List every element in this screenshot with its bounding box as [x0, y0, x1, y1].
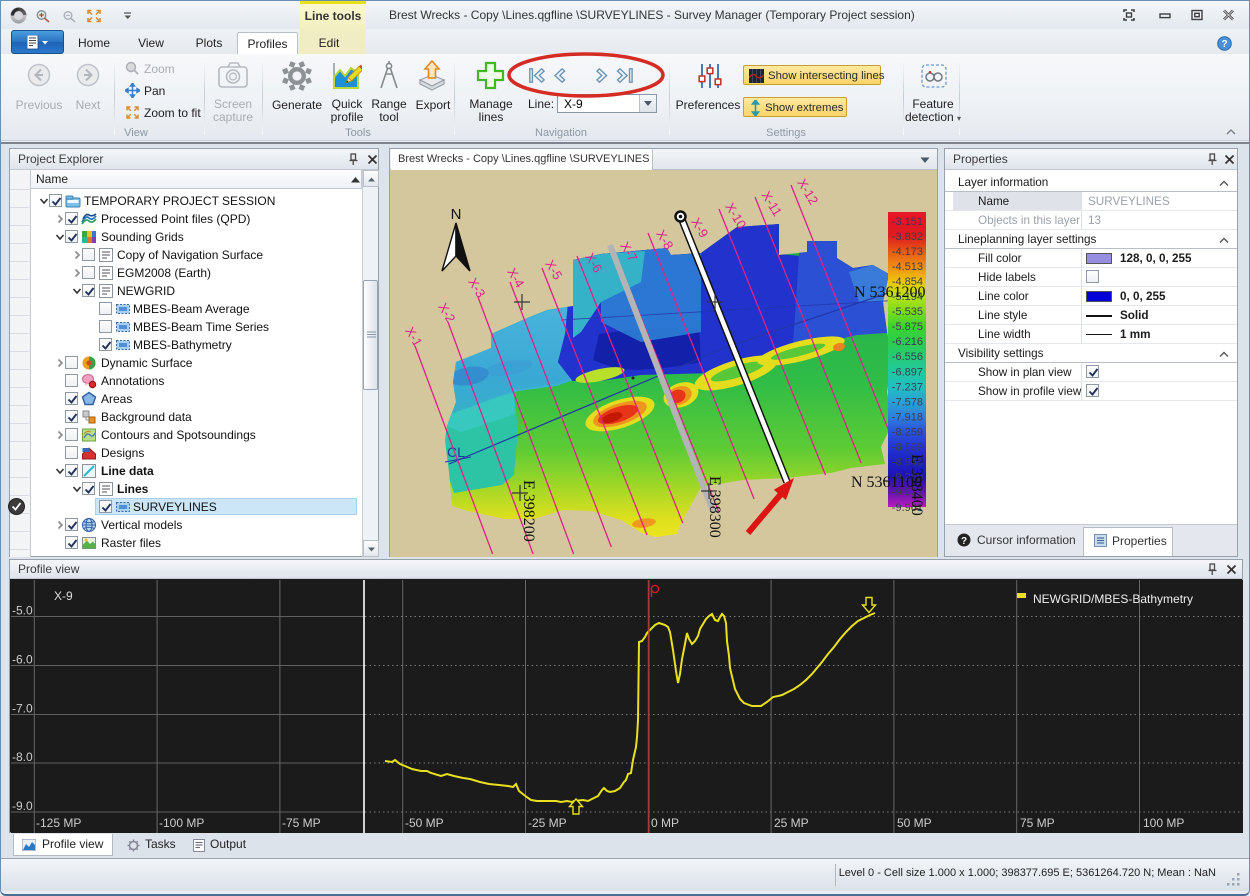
svg-text:-8.599: -8.599: [892, 442, 923, 454]
svg-text:-5.535: -5.535: [892, 306, 923, 318]
svg-text:-25 MP: -25 MP: [528, 816, 567, 830]
svg-text:-7.918: -7.918: [892, 412, 923, 424]
svg-text:-7.237: -7.237: [892, 381, 923, 393]
svg-text:-5.875: -5.875: [892, 321, 923, 333]
svg-text:-6.0: -6.0: [12, 653, 33, 667]
svg-text:-5.0: -5.0: [12, 604, 33, 618]
svg-text:-6.897: -6.897: [892, 366, 923, 378]
svg-text:50 MP: 50 MP: [897, 816, 932, 830]
svg-text:-100 MP: -100 MP: [159, 816, 204, 830]
svg-text:75 MP: 75 MP: [1020, 816, 1055, 830]
svg-text:X-9: X-9: [54, 589, 73, 603]
svg-text:-6.216: -6.216: [892, 336, 923, 348]
svg-text:-3.832: -3.832: [892, 231, 923, 243]
svg-text:-3.151: -3.151: [892, 216, 923, 228]
svg-text:0 MP: 0 MP: [651, 816, 679, 830]
svg-text:N 5361200: N 5361200: [854, 284, 926, 301]
svg-text:-7.578: -7.578: [892, 396, 923, 408]
svg-text:25 MP: 25 MP: [774, 816, 809, 830]
svg-text:-4.513: -4.513: [892, 261, 923, 273]
svg-text:E 398300: E 398300: [706, 476, 723, 538]
svg-text:-75 MP: -75 MP: [282, 816, 321, 830]
svg-text:-7.0: -7.0: [12, 702, 33, 716]
svg-text:N: N: [451, 206, 462, 223]
svg-text:?: ?: [961, 536, 967, 547]
svg-text:-8.0: -8.0: [12, 750, 33, 764]
svg-text:-9.0: -9.0: [12, 799, 33, 813]
svg-text:-50 MP: -50 MP: [405, 816, 444, 830]
svg-text:E 398200: E 398200: [520, 480, 537, 542]
svg-text:?: ?: [1221, 39, 1227, 50]
svg-text:-6.556: -6.556: [892, 351, 923, 363]
svg-text:E 398400: E 398400: [908, 454, 925, 516]
svg-text:-125 MP: -125 MP: [36, 816, 81, 830]
svg-text:-8.259: -8.259: [892, 427, 923, 439]
svg-text:-4.173: -4.173: [892, 246, 923, 258]
svg-text:100 MP: 100 MP: [1143, 816, 1184, 830]
svg-text:NEWGRID/MBES-Bathymetry: NEWGRID/MBES-Bathymetry: [1033, 592, 1193, 606]
